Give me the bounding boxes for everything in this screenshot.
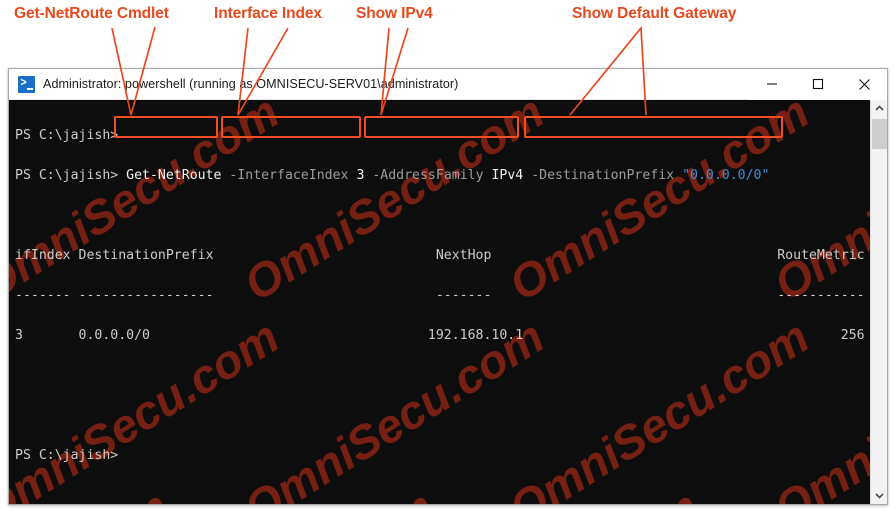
table-rule-row: ------- ----------------- ------- ------… [15, 286, 865, 306]
annotation-label-get-netroute-cmdlet: Get-NetRoute Cmdlet [14, 5, 169, 22]
powershell-window[interactable]: Administrator: powershell (running as OM… [8, 68, 888, 505]
maximize-button[interactable] [795, 69, 841, 100]
annotation-label-interface-index: Interface Index [214, 5, 322, 22]
annotation-label-show-ipv4: Show IPv4 [356, 5, 433, 22]
prompt-text: PS C:\jajish> [15, 448, 119, 463]
cell-routemetric: 256 [840, 328, 865, 343]
header-routemetric: RouteMetric [777, 248, 865, 263]
scrollbar-thumb[interactable] [872, 119, 887, 149]
rule-ifindex: ------- [15, 288, 71, 303]
console-text: PS C:\jajish> PS C:\jajish> Get-NetRoute… [15, 106, 865, 504]
title-bar[interactable]: Administrator: powershell (running as OM… [9, 69, 887, 100]
chevron-down-icon [874, 493, 884, 499]
scrollbar-down-button[interactable] [871, 487, 887, 504]
param-interface-index: -InterfaceIndex [229, 168, 349, 183]
powershell-icon [18, 75, 35, 93]
prompt-line-1: PS C:\jajish> [15, 126, 863, 146]
annotation-label-show-default-gateway: Show Default Gateway [572, 5, 737, 22]
value-destination-prefix: "0.0.0.0/0" [682, 168, 770, 183]
value-address-family: IPv4 [491, 168, 524, 183]
trailing-prompt-line: PS C:\jajish> [15, 446, 863, 466]
table-row: 3 0.0.0.0/0 192.168.10.1 256 [15, 326, 865, 346]
close-icon [858, 78, 870, 90]
cell-nexthop: 192.168.10.1 [427, 328, 524, 343]
window-title: Administrator: powershell (running as OM… [43, 77, 459, 91]
minimize-button[interactable] [749, 69, 795, 100]
header-destinationprefix: DestinationPrefix [78, 248, 214, 263]
chevron-up-icon [874, 105, 884, 111]
close-button[interactable] [841, 69, 887, 100]
console-output-area[interactable]: OmniSecu.com OmniSecu.com OmniSecu.com O… [9, 100, 887, 504]
param-destination-prefix: -DestinationPrefix [531, 168, 675, 183]
window-controls [749, 69, 887, 100]
cell-ifindex: 3 [15, 328, 23, 343]
console-scrollbar[interactable] [870, 100, 887, 504]
header-nexthop: NextHop [435, 248, 492, 263]
param-address-family: -AddressFamily [372, 168, 484, 183]
rule-nexthop: ------- [435, 288, 492, 303]
scrollbar-up-button[interactable] [871, 100, 887, 117]
rule-destinationprefix: ----------------- [78, 288, 214, 303]
table-header-row: ifIndex DestinationPrefix NextHop RouteM… [15, 246, 865, 266]
command-line: PS C:\jajish> Get-NetRoute -InterfaceInd… [15, 166, 863, 186]
cell-destinationprefix: 0.0.0.0/0 [78, 328, 150, 343]
rule-routemetric: ----------- [777, 288, 865, 303]
minimize-icon [767, 83, 777, 85]
prompt-text: PS C:\jajish> [15, 128, 119, 143]
cmdlet-token: Get-NetRoute [126, 168, 222, 183]
prompt-text: PS C:\jajish> [15, 168, 119, 183]
header-ifindex: ifIndex [15, 248, 71, 263]
maximize-icon [812, 78, 824, 90]
